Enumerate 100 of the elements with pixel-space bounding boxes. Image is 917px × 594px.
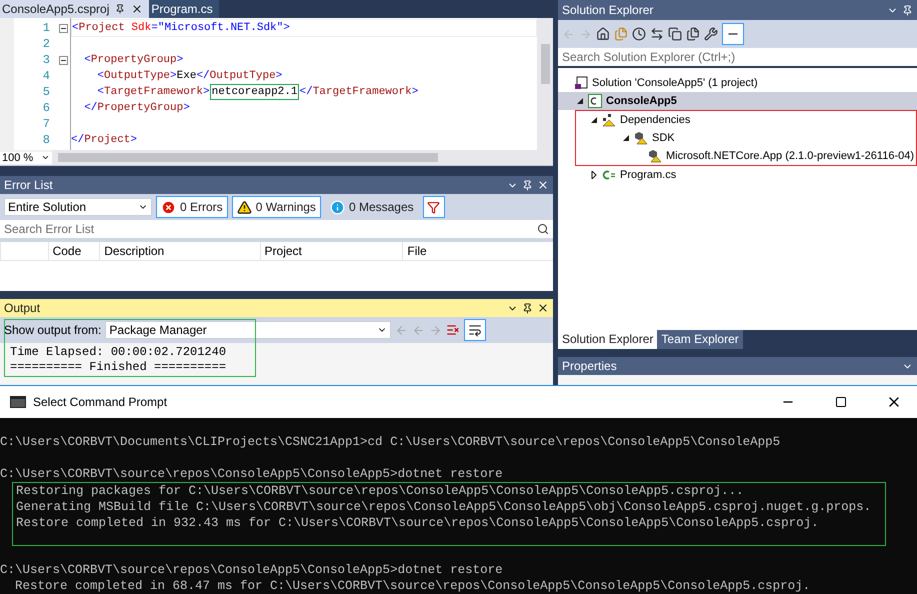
window-title: Select Command Prompt [33, 395, 168, 409]
pin-icon[interactable] [522, 180, 533, 190]
code-text: > [412, 85, 418, 100]
code-text: </ [71, 133, 84, 148]
wrench-icon[interactable] [704, 27, 718, 41]
line-number: 3 [42, 52, 50, 68]
panel-header: Output [0, 299, 553, 317]
pin-icon[interactable] [522, 302, 533, 314]
code-text: OutputType [210, 69, 276, 84]
solution-icon [574, 76, 588, 90]
code-text: > [130, 133, 138, 148]
code-text: Exe [176, 69, 196, 84]
clear-filter-button[interactable] [422, 196, 445, 218]
line-number: 7 [42, 116, 50, 132]
tree-item[interactable]: Program.cs [558, 166, 917, 184]
column-header[interactable]: File [402, 242, 553, 260]
column-header[interactable]: Description [99, 242, 260, 260]
command-line: C:\Users\CORBVT\source\repos\ConsoleApp5\ConsoleApp5>dotnet restore [0, 466, 503, 482]
document-tab[interactable]: Program.cs [149, 0, 219, 18]
expanded-arrow-icon[interactable] [622, 134, 630, 142]
expanded-arrow-icon[interactable] [576, 97, 584, 105]
code-file-icon [602, 168, 616, 182]
warning-icon [236, 200, 252, 214]
panel-header: Solution Explorer [558, 0, 917, 20]
column-header[interactable]: Project [260, 242, 402, 260]
code-text: < [96, 85, 104, 100]
collapse-all-icon[interactable] [668, 27, 682, 41]
tree-item[interactable]: Dependencies [576, 111, 916, 129]
collapse-icon[interactable] [58, 24, 68, 32]
close-icon[interactable] [131, 3, 144, 15]
show-all-files-icon[interactable] [686, 27, 700, 41]
line-number: 8 [42, 132, 50, 148]
code-text: </ [83, 101, 98, 116]
zoom-dropdown[interactable]: 100 % [0, 152, 52, 164]
code-text: Sdk [130, 21, 152, 36]
output-line: Restore completed in 68.47 ms for C:\Users\CORBVT\source\repos\ConsoleApp5\ConsoleApp5\ConsoleApp5.csproj. [14, 578, 810, 594]
error-icon [161, 200, 176, 214]
line-number: 6 [42, 100, 50, 116]
info-icon [330, 200, 345, 214]
tree-item[interactable]: SDK [576, 129, 916, 147]
code-text: PropertyGroup [90, 53, 177, 68]
close-icon[interactable] [537, 302, 549, 314]
code-text: < [96, 69, 104, 84]
expanded-arrow-icon[interactable] [590, 116, 598, 124]
code-text: PropertyGroup [97, 101, 184, 116]
pin-icon[interactable] [115, 4, 126, 14]
clock-icon[interactable] [632, 27, 646, 41]
tree-item[interactable]: ConsoleApp5 [558, 92, 917, 110]
code-text: OutputType [104, 69, 170, 84]
line-number: 1 [42, 20, 50, 36]
maximize-icon [835, 396, 847, 408]
code-text: > [183, 101, 190, 116]
command-line: C:\Users\CORBVT\Documents\CLIProjects\CSNC21App1>cd C:\Users\CORBVT\source\repos\ConsoleApp5\ConsoleApp5 [0, 434, 780, 450]
command-line: C:\Users\CORBVT\source\repos\ConsoleApp5\ConsoleApp5>dotnet restore [0, 562, 503, 578]
filter-toggle-button[interactable]: 0 Warnings [232, 196, 321, 218]
source-label: Show output from: [4, 323, 102, 337]
code-text: > [283, 21, 290, 36]
line-number: 4 [42, 68, 50, 84]
horizontal-scrollbar[interactable] [52, 150, 553, 165]
document-tab[interactable]: ConsoleApp5.csproj [0, 0, 150, 18]
output-source-dropdown[interactable]: Package Manager [105, 321, 392, 339]
tree-item[interactable]: Solution 'ConsoleApp5' (1 project) [558, 74, 917, 92]
filter-toggle-button[interactable]: 0 Errors [156, 196, 228, 218]
pin-icon[interactable] [902, 4, 913, 16]
search-field[interactable]: Search Error List [0, 220, 553, 238]
code-text: < [83, 53, 91, 68]
column-header[interactable]: Code [48, 242, 100, 260]
code-text: > [276, 69, 282, 84]
close-icon[interactable] [537, 179, 549, 191]
panel-tab[interactable]: Solution Explorer [558, 330, 658, 349]
panel-header: Properties [558, 357, 917, 375]
code-text: < [72, 21, 79, 36]
sync-icon[interactable] [650, 27, 664, 41]
panel-tab[interactable]: Team Explorer [657, 330, 743, 349]
collapsed-arrow-icon[interactable] [590, 171, 598, 179]
dependencies-warning-icon [602, 113, 616, 127]
caret-icon [41, 153, 50, 162]
collapse-icon[interactable] [58, 56, 68, 64]
word-wrap-button[interactable] [464, 319, 486, 341]
vertical-scrollbar[interactable] [537, 18, 553, 150]
wrap-icon [468, 323, 482, 337]
filter-toggle-button[interactable]: 0 Messages [324, 196, 419, 218]
home-icon[interactable] [596, 27, 610, 41]
filter-icon [427, 200, 440, 214]
code-text: "Microsoft.NET.Sdk" [158, 21, 284, 36]
switch-views-icon[interactable] [614, 27, 628, 41]
search-field[interactable]: Search Solution Explorer (Ctrl+;) [558, 48, 917, 66]
tree-item[interactable]: Microsoft.NETCore.App (2.1.0-preview1-26116-04) [576, 147, 916, 165]
code-text: TargetFramework [104, 85, 204, 100]
output-line: Restoring packages for C:\Users\CORBVT\source\repos\ConsoleApp5\ConsoleApp5\ConsoleApp5.csproj... [15, 483, 745, 499]
code-text: Project [84, 133, 130, 148]
scope-dropdown[interactable]: Entire Solution [4, 198, 152, 216]
code-text: </ [299, 85, 313, 100]
console-icon [10, 396, 26, 408]
output-line: Restore completed in 932.43 ms for C:\Users\CORBVT\source\repos\ConsoleApp5\ConsoleApp5\ConsoleApp5.csproj. [15, 515, 820, 531]
search-icon [537, 223, 549, 235]
clear-all-icon[interactable] [446, 323, 460, 337]
code-editor[interactable]: 1 2 3 4 5 6 7 8 <Project Sdk="Microsoft.NET.Sdk"> <PropertyGroup> <OutputType>Exe</OutputType> <TargetFramework> netcoreapp2.1 </TargetFramework> </PropertyGroup> </Project> [0, 18, 553, 150]
code-text: > [176, 53, 184, 68]
package-warning-icon [634, 131, 648, 145]
